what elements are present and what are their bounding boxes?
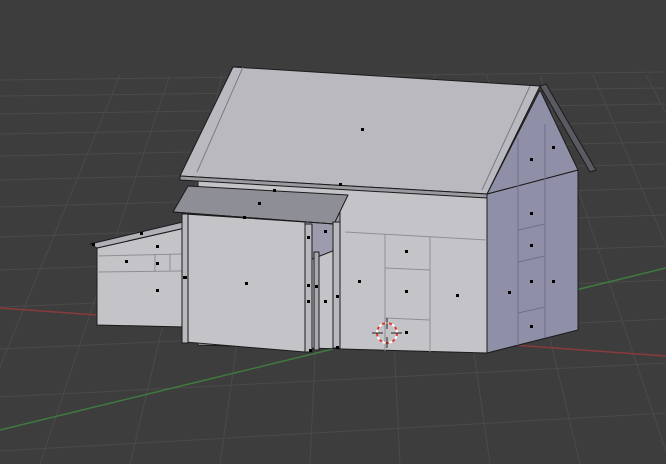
main-roof[interactable] — [179, 66, 541, 195]
porch-post-back[interactable] — [313, 251, 320, 351]
house-mesh[interactable] — [89, 66, 597, 354]
viewport-canvas[interactable] — [0, 0, 666, 464]
porch-post-right[interactable] — [332, 221, 341, 349]
3d-viewport[interactable] — [0, 0, 666, 464]
porch-post-mid[interactable] — [304, 223, 313, 353]
